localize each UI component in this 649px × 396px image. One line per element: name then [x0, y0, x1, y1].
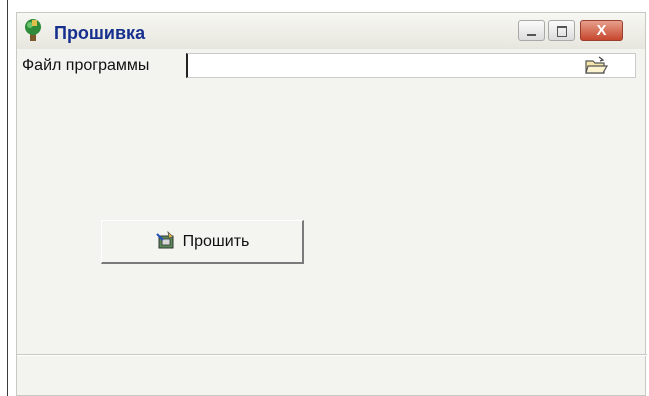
title-bar[interactable]: Прошивка X: [17, 13, 645, 49]
flash-window: Прошивка X Файл программы Прошить: [16, 12, 647, 396]
file-path-input[interactable]: [186, 53, 636, 78]
folder-open-icon[interactable]: [583, 55, 609, 77]
close-icon: X: [596, 22, 607, 39]
app-icon: [25, 19, 41, 41]
left-border-line: [0, 0, 8, 396]
status-separator: [17, 354, 647, 356]
window-title: Прошивка: [54, 23, 146, 43]
minimize-button[interactable]: [518, 20, 545, 41]
file-label: Файл программы: [22, 57, 150, 74]
flash-chip-icon: [155, 230, 174, 248]
maximize-button[interactable]: [548, 20, 575, 41]
flash-button[interactable]: Прошить: [101, 220, 304, 264]
flash-button-label: Прошить: [182, 232, 250, 250]
close-button[interactable]: X: [580, 20, 623, 41]
